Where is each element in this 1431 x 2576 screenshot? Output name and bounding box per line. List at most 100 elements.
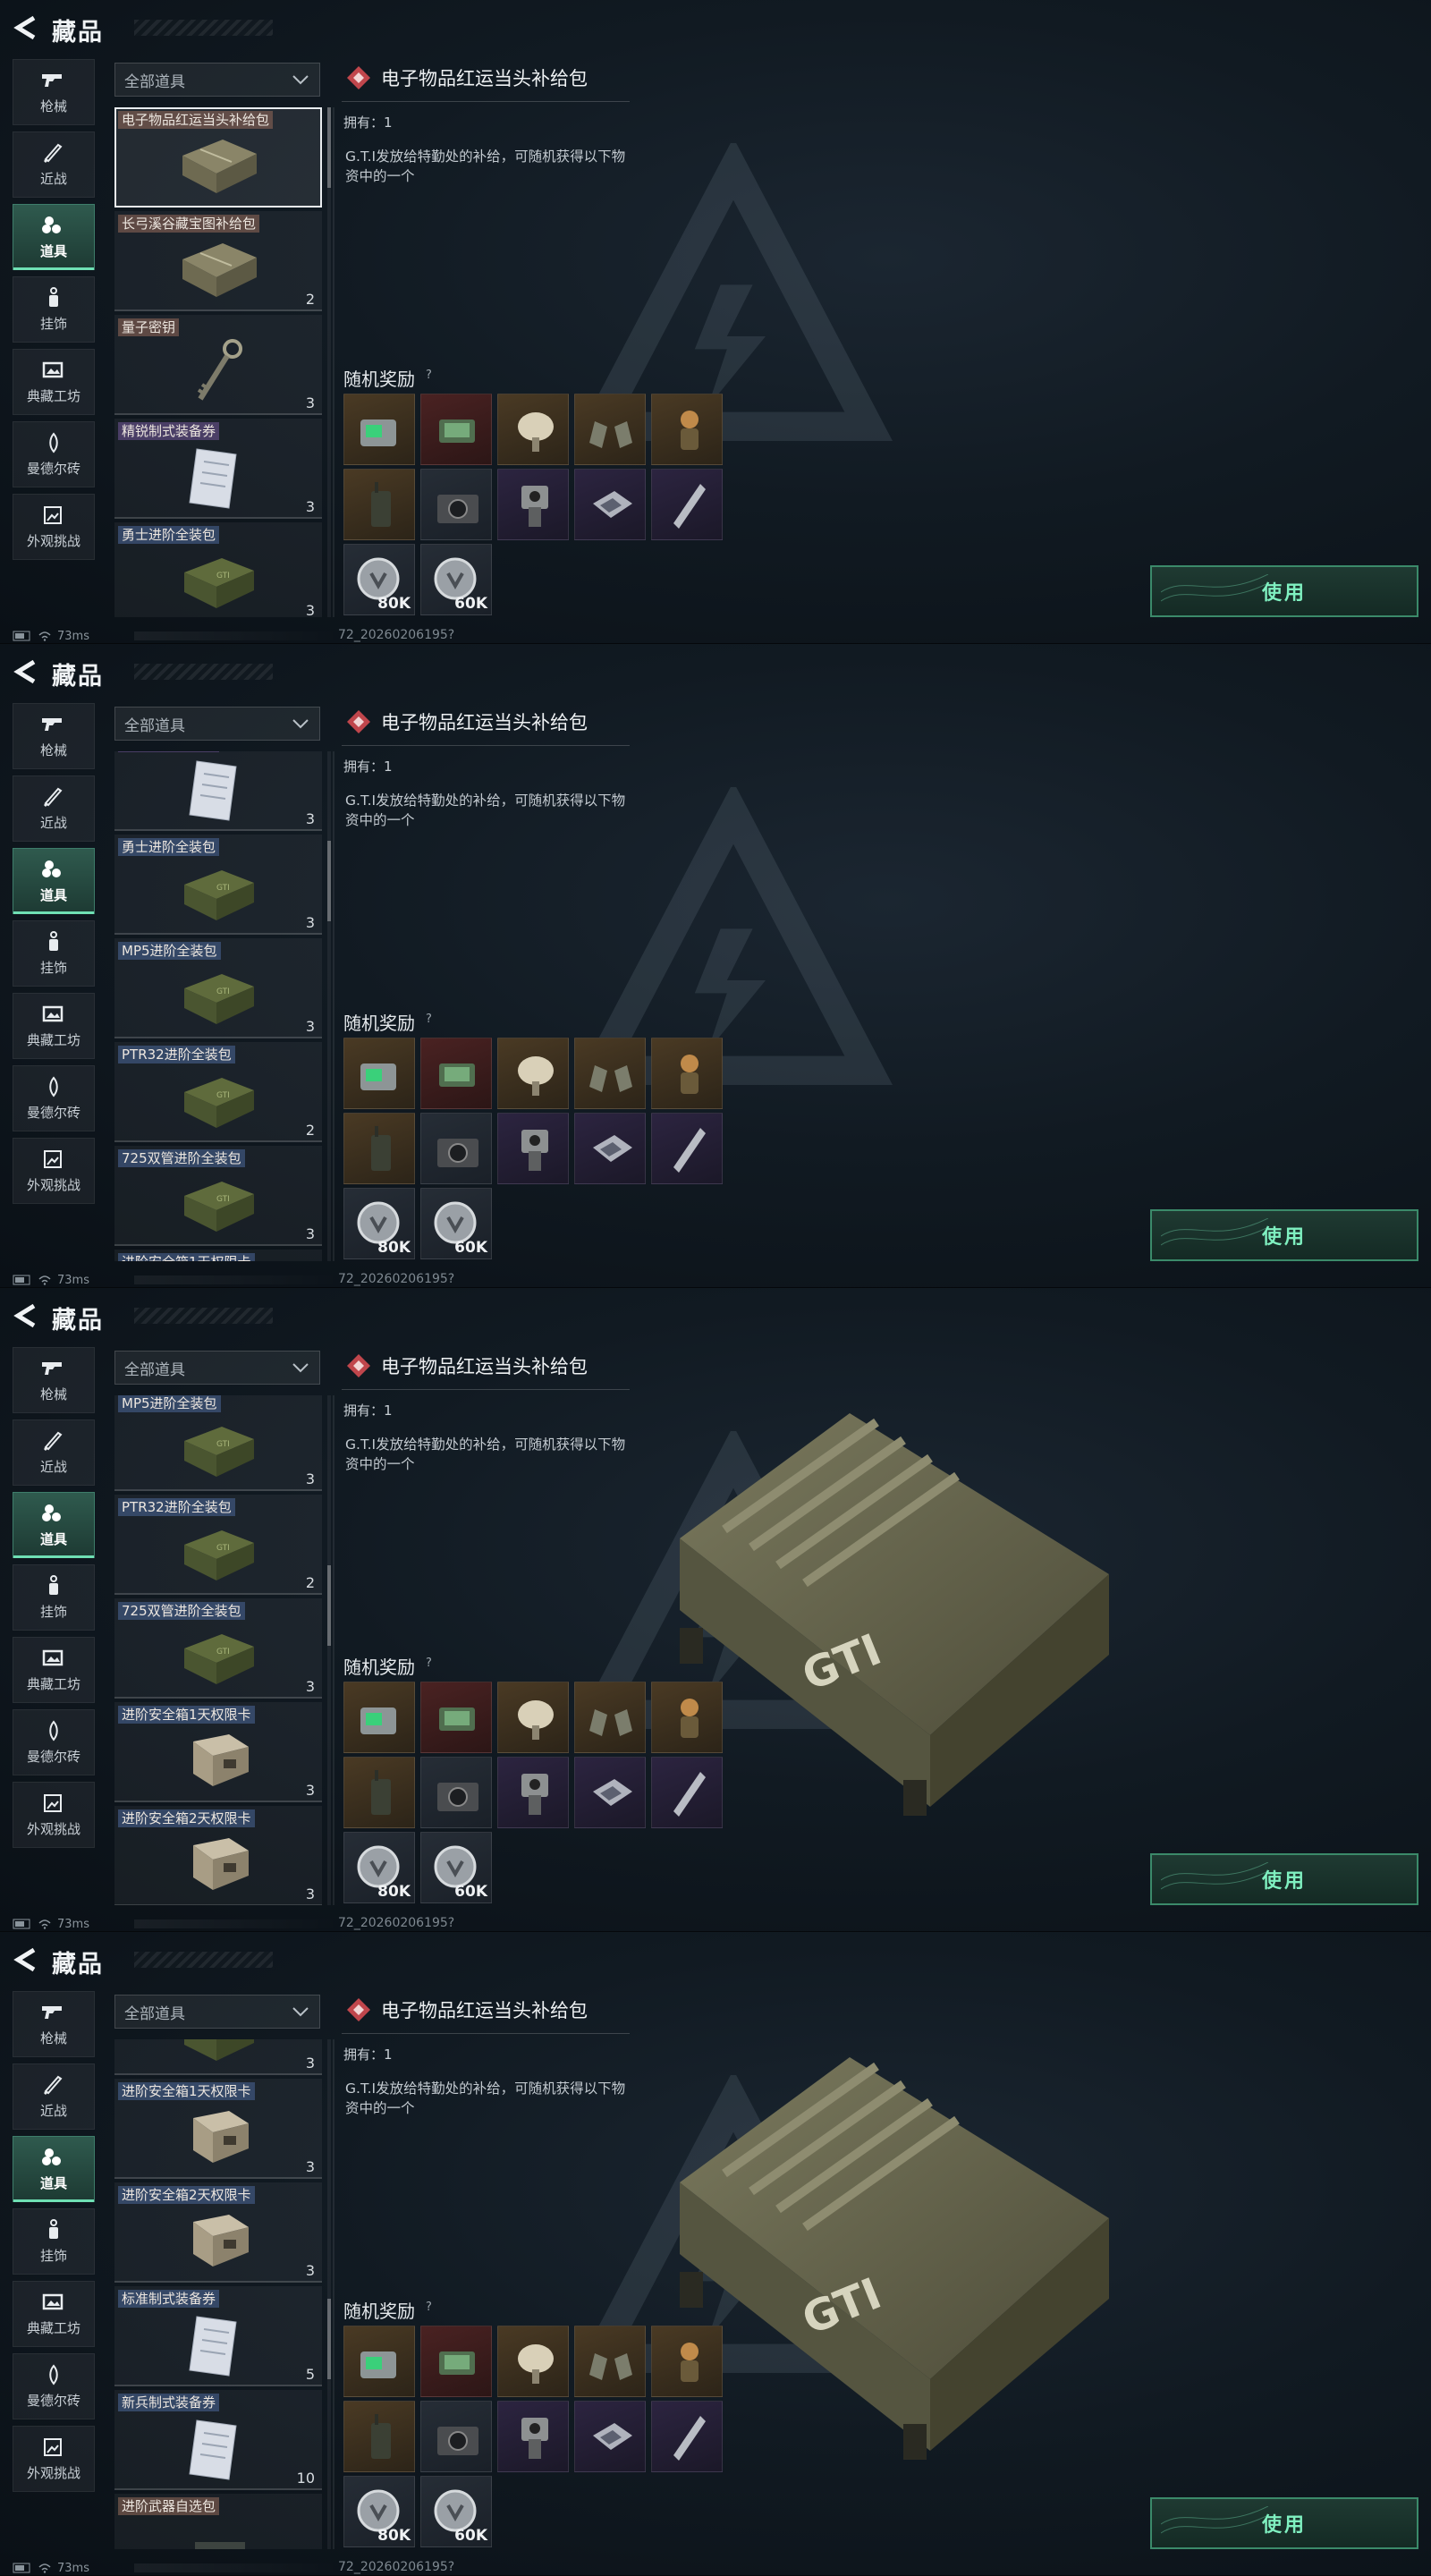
use-button[interactable]: 使用 [1150,2497,1418,2549]
reward-cell[interactable] [420,394,492,465]
item-card[interactable]: GTI PTR32进阶全装包 2 [114,1042,322,1142]
category-gun[interactable]: 枪械 [13,59,95,125]
reward-cell[interactable] [497,1038,569,1109]
category-challenge[interactable]: 外观挑战 [13,1138,95,1204]
reward-cell[interactable] [497,394,569,465]
reward-cell[interactable] [343,2401,415,2472]
item-card[interactable]: 新兵制式装备券 10 [114,2390,322,2490]
help-icon[interactable]: ? [426,369,432,382]
reward-cell[interactable]: 80K [343,2476,415,2547]
list-scrollbar[interactable] [327,751,331,1261]
item-card[interactable]: GTI 勇士进阶全装包 3 [114,835,322,935]
reward-cell[interactable] [574,2326,646,2397]
category-charm[interactable]: 挂饰 [13,1564,95,1631]
item-card[interactable]: 标准制式装备券 5 [114,2286,322,2386]
reward-cell[interactable] [343,1757,415,1828]
category-gallery[interactable]: 典藏工坊 [13,349,95,415]
item-card[interactable]: 进阶武器自选包 [114,2494,322,2549]
reward-cell[interactable] [497,1757,569,1828]
category-challenge[interactable]: 外观挑战 [13,2426,95,2492]
reward-cell[interactable] [343,1038,415,1109]
back-arrow-icon[interactable] [11,1302,41,1329]
item-card[interactable]: GTI725双管进阶全装包3 [114,1598,322,1699]
reward-cell[interactable] [651,2326,723,2397]
category-items[interactable]: 道具 [13,2136,95,2202]
category-gun[interactable]: 枪械 [13,1991,95,2057]
category-brick[interactable]: 曼德尔砖 [13,1065,95,1131]
item-filter-dropdown[interactable]: 全部道具 [114,1351,320,1385]
category-gallery[interactable]: 典藏工坊 [13,1637,95,1703]
category-brick[interactable]: 曼德尔砖 [13,1709,95,1775]
category-knife[interactable]: 近战 [13,131,95,198]
reward-cell[interactable]: 60K [420,544,492,615]
item-card[interactable]: 进阶安全箱1天权限卡3 [114,1250,322,1261]
item-card[interactable]: 进阶安全箱1天权限卡3 [114,1702,322,1802]
reward-cell[interactable] [651,1113,723,1184]
reward-cell[interactable] [343,1113,415,1184]
category-challenge[interactable]: 外观挑战 [13,494,95,560]
category-knife[interactable]: 近战 [13,2063,95,2130]
reward-cell[interactable] [497,1113,569,1184]
list-scroll-thumb[interactable] [327,1565,331,1646]
category-gallery[interactable]: 典藏工坊 [13,2281,95,2347]
use-button[interactable]: 使用 [1150,1209,1418,1261]
reward-cell[interactable] [420,2401,492,2472]
category-knife[interactable]: 近战 [13,775,95,842]
list-scroll-thumb[interactable] [327,2299,331,2379]
reward-cell[interactable] [651,1757,723,1828]
category-challenge[interactable]: 外观挑战 [13,1782,95,1848]
list-scrollbar[interactable] [327,1395,331,1905]
item-list[interactable]: 电子物品红运当头补给包长弓溪谷藏宝图补给包2量子密钥3精锐制式装备券3GTI勇士… [114,107,322,617]
use-button[interactable]: 使用 [1150,565,1418,617]
reward-cell[interactable] [420,1757,492,1828]
category-items[interactable]: 道具 [13,848,95,914]
item-card[interactable]: 精锐制式装备券 3 [114,751,322,831]
category-brick[interactable]: 曼德尔砖 [13,2353,95,2419]
category-charm[interactable]: 挂饰 [13,2208,95,2275]
category-brick[interactable]: 曼德尔砖 [13,421,95,487]
category-gallery[interactable]: 典藏工坊 [13,993,95,1059]
category-charm[interactable]: 挂饰 [13,920,95,987]
item-list[interactable]: 电子物品红运当头补给包长弓溪谷藏宝图补给包2量子密钥3精锐制式装备券3GTI勇士… [114,751,322,1261]
back-arrow-icon[interactable] [11,658,41,685]
item-card[interactable]: GTI725双管进阶全装包3 [114,1146,322,1246]
back-arrow-icon[interactable] [11,1946,41,1973]
reward-cell[interactable] [343,1682,415,1753]
list-scroll-thumb[interactable] [327,841,331,921]
item-card[interactable]: 进阶安全箱1天权限卡3 [114,2079,322,2179]
reward-cell[interactable] [651,1038,723,1109]
reward-cell[interactable] [420,2326,492,2397]
reward-cell[interactable] [420,469,492,540]
reward-cell[interactable] [574,394,646,465]
category-charm[interactable]: 挂饰 [13,276,95,343]
item-card[interactable]: 进阶安全箱2天权限卡 3 [114,1806,322,1905]
reward-cell[interactable] [574,1682,646,1753]
reward-cell[interactable] [574,2401,646,2472]
item-filter-dropdown[interactable]: 全部道具 [114,63,320,97]
reward-cell[interactable] [574,469,646,540]
item-list[interactable]: 电子物品红运当头补给包长弓溪谷藏宝图补给包2量子密钥3精锐制式装备券3GTI勇士… [114,1395,322,1905]
reward-cell[interactable] [497,2401,569,2472]
reward-cell[interactable]: 60K [420,2476,492,2547]
reward-cell[interactable] [497,1682,569,1753]
reward-cell[interactable] [651,2401,723,2472]
item-card[interactable]: 进阶安全箱2天权限卡 3 [114,2182,322,2283]
list-scrollbar[interactable] [327,107,331,617]
category-gun[interactable]: 枪械 [13,1347,95,1413]
reward-cell[interactable] [651,1682,723,1753]
list-scroll-thumb[interactable] [327,107,331,188]
reward-cell[interactable] [343,394,415,465]
reward-cell[interactable] [497,2326,569,2397]
reward-cell[interactable]: 80K [343,544,415,615]
reward-cell[interactable]: 60K [420,1832,492,1903]
reward-cell[interactable] [420,1038,492,1109]
reward-cell[interactable] [497,469,569,540]
item-card[interactable]: 精锐制式装备券 3 [114,419,322,519]
reward-cell[interactable] [574,1113,646,1184]
reward-cell[interactable] [574,1757,646,1828]
item-filter-dropdown[interactable]: 全部道具 [114,1995,320,2029]
item-card[interactable]: GTI PTR32进阶全装包 2 [114,1495,322,1595]
item-card[interactable]: GTI725双管进阶全装包3 [114,2039,322,2075]
category-knife[interactable]: 近战 [13,1419,95,1486]
item-card[interactable]: 电子物品红运当头补给包 [114,107,322,208]
